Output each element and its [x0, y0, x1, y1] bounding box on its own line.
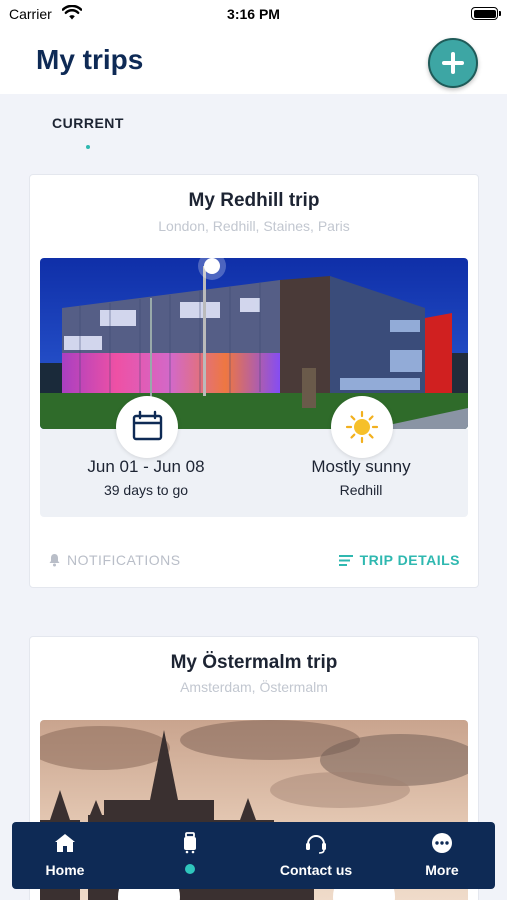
active-tab-dot: [185, 864, 195, 874]
trip-card[interactable]: My Redhill trip London, Redhill, Staines…: [29, 174, 479, 588]
calendar-badge: [116, 396, 178, 458]
clock: 3:16 PM: [227, 6, 280, 22]
luggage-icon: [184, 832, 196, 854]
trip-title: My Östermalm trip: [170, 652, 338, 673]
trip-details-button[interactable]: TRIP DETAILS: [338, 552, 460, 568]
weather-summary: Mostly sunny: [311, 457, 411, 476]
status-bar: Carrier 3:16 PM: [0, 0, 507, 30]
weather-location: Redhill: [339, 482, 383, 498]
trip-dates: Jun 01 - Jun 08: [87, 457, 205, 476]
app-header: My trips: [0, 30, 507, 94]
add-trip-button[interactable]: [428, 38, 478, 88]
tab-trips[interactable]: [142, 822, 238, 889]
calendar-icon: [132, 410, 163, 441]
trip-details-label: TRIP DETAILS: [359, 552, 460, 568]
tab-home-label: Home: [45, 862, 85, 878]
sun-icon: [345, 410, 379, 444]
tab-more[interactable]: More: [394, 822, 490, 889]
headset-icon: [306, 835, 326, 854]
notifications-label: NOTIFICATIONS: [67, 552, 181, 568]
tab-bar: Home Contact us More: [12, 822, 495, 889]
notifications-button[interactable]: NOTIFICATIONS: [48, 552, 181, 568]
battery-icon: [471, 7, 501, 20]
more-icon: [432, 833, 452, 853]
trip-countdown: 39 days to go: [103, 482, 189, 498]
tab-contact[interactable]: Contact us: [268, 822, 364, 889]
list-icon: [338, 554, 353, 566]
page-title: My trips: [36, 44, 144, 75]
tab-more-label: More: [425, 862, 459, 878]
tab-home[interactable]: Home: [17, 822, 113, 889]
trip-photo: [40, 258, 468, 429]
trip-locations: Amsterdam, Östermalm: [180, 679, 328, 695]
bell-icon: [49, 554, 60, 567]
active-tab-indicator: [86, 145, 90, 149]
tab-current[interactable]: CURRENT: [52, 115, 124, 131]
trip-locations: London, Redhill, Staines, Paris: [158, 218, 350, 234]
tab-contact-label: Contact us: [279, 862, 353, 878]
weather-badge: [331, 396, 393, 458]
home-icon: [55, 834, 75, 852]
trip-title: My Redhill trip: [188, 190, 320, 211]
